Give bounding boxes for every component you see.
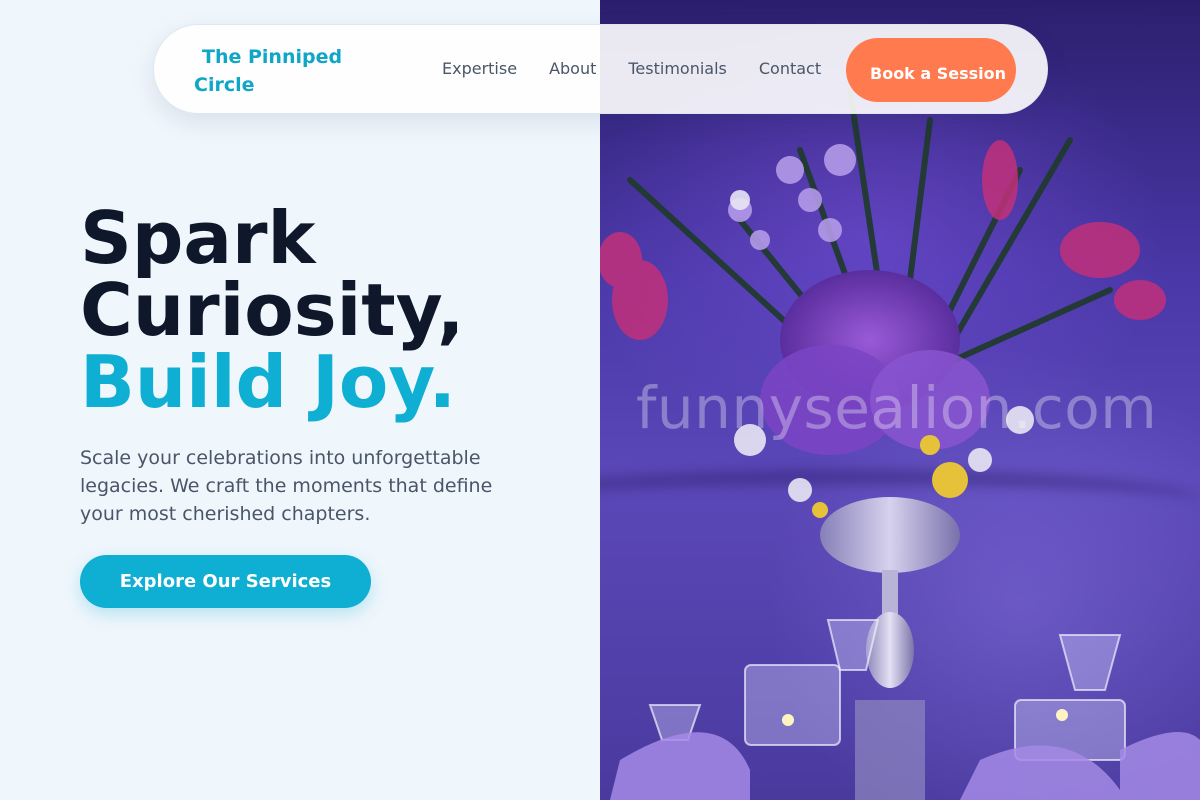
nav-link-about[interactable]: About — [549, 59, 596, 79]
hero-photo: funnysealion.com — [600, 0, 1200, 800]
brand-logo-text[interactable]: The Pinniped Circle — [194, 43, 374, 99]
hero-title-accent: Build Joy. — [80, 340, 457, 424]
book-session-button[interactable]: Book a Session — [846, 38, 1016, 102]
watermark-text: funnysealion.com — [636, 374, 1158, 442]
nav-link-expertise[interactable]: Expertise — [442, 59, 517, 79]
hero-subtitle: Scale your celebrations into unforgettab… — [80, 447, 493, 525]
top-navigation: The Pinniped Circle Expertise About Test… — [153, 24, 1048, 114]
explore-services-button[interactable]: Explore Our Services — [80, 555, 371, 608]
nav-link-testimonials[interactable]: Testimonials — [628, 59, 727, 79]
hero-title: Spark Curiosity, Build Joy. — [80, 202, 580, 418]
nav-links: Expertise About Testimonials Contact — [442, 59, 821, 79]
nav-link-contact[interactable]: Contact — [759, 59, 821, 79]
